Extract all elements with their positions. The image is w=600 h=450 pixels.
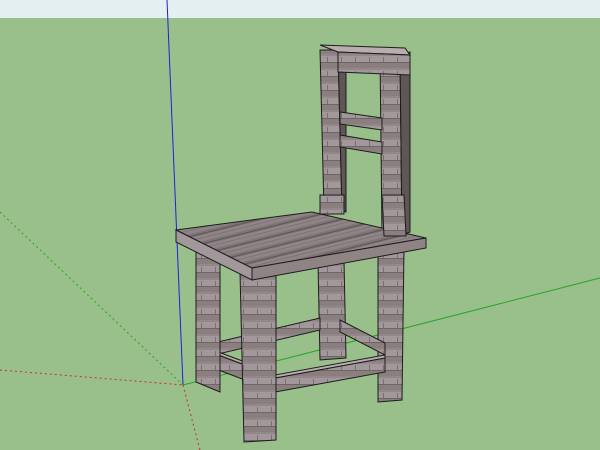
back-post-lower-right[interactable] xyxy=(381,194,407,237)
3d-scene[interactable] xyxy=(0,0,600,450)
back-post-lower-left[interactable] xyxy=(319,194,345,215)
rear-left-leg[interactable] xyxy=(317,259,347,361)
sky xyxy=(0,0,600,18)
modeling-viewport[interactable] xyxy=(0,0,600,450)
rear-right-leg[interactable] xyxy=(377,247,405,403)
front-left-leg[interactable] xyxy=(195,245,221,393)
back-left-post[interactable] xyxy=(319,49,347,213)
front-right-leg[interactable] xyxy=(239,269,277,443)
